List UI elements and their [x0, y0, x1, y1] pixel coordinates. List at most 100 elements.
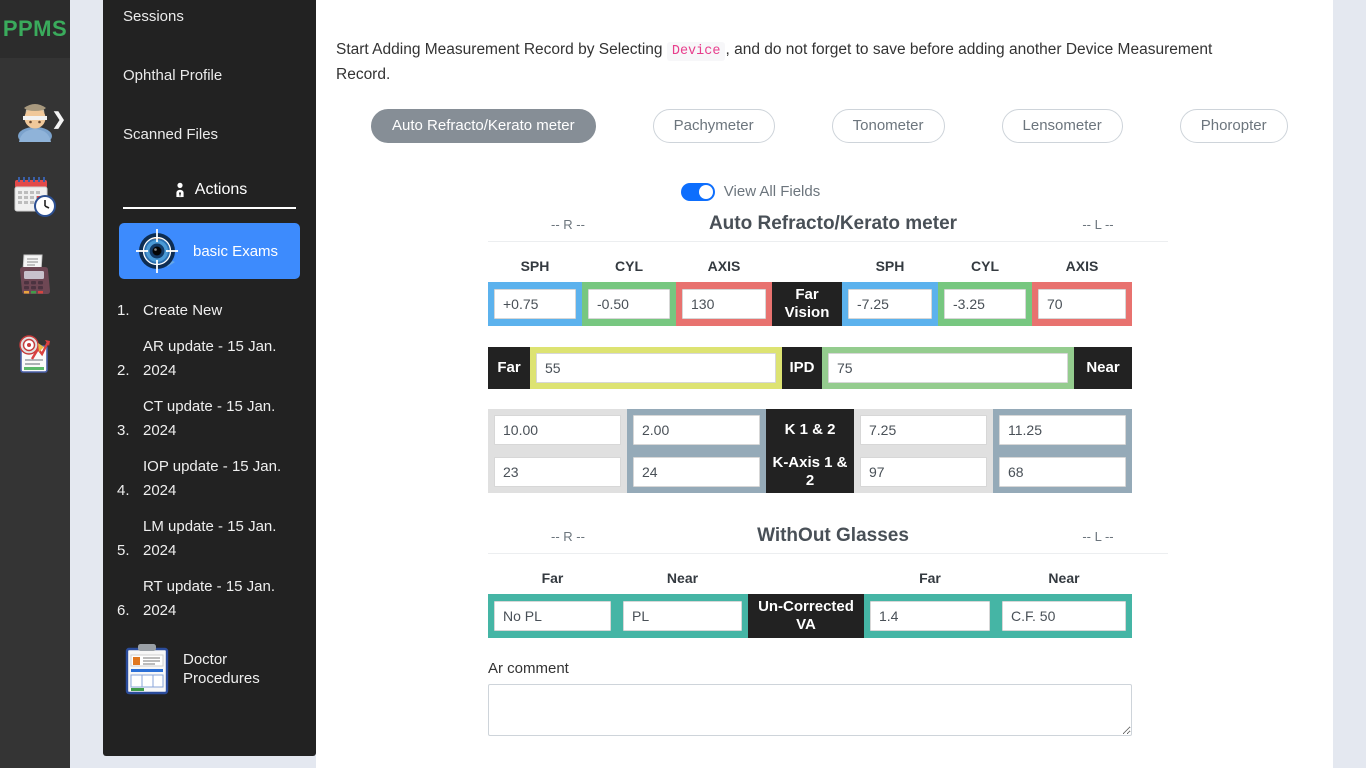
field-l-cyl[interactable]	[944, 288, 1026, 319]
view-all-fields-toggle[interactable]	[680, 182, 715, 201]
field-l-ka2[interactable]	[999, 456, 1126, 487]
eye-target-icon	[136, 229, 178, 273]
field-r-sph[interactable]	[494, 288, 576, 319]
field-r-ka1[interactable]	[494, 456, 621, 487]
view-all-fields-row: View All Fields	[316, 182, 1333, 201]
col-header-l-far: Far	[919, 569, 941, 586]
field-r-axis[interactable]	[682, 288, 766, 319]
list-item-number: 2.	[117, 362, 130, 379]
field-r-cyl[interactable]	[588, 288, 670, 319]
list-item[interactable]: 4. IOP update - 15 Jan. 2024	[103, 449, 316, 509]
rail-item-appointments[interactable]	[0, 158, 70, 236]
field-r-k2[interactable]	[633, 414, 760, 445]
sidebar-item-scanned-files[interactable]: Scanned Files	[103, 116, 316, 154]
field-l-ka1-cell	[854, 451, 993, 493]
field-ipd[interactable]	[828, 352, 1068, 383]
list-item-label: RT update - 15 Jan. 2024	[143, 578, 276, 619]
ipd-label: IPD	[782, 346, 822, 389]
ar-comment-label: Ar comment	[488, 659, 569, 677]
list-item-number: 3.	[117, 422, 130, 439]
list-item-label: LM update - 15 Jan. 2024	[143, 518, 277, 559]
ar-comment-group: Ar comment	[488, 660, 1132, 740]
ipd-row: Far IPD Near	[488, 346, 1132, 389]
field-l-far-cell	[864, 593, 996, 638]
app-root: PPMS ❯ Sessions Ophthal Profile Scanned …	[0, 0, 1366, 768]
sidebar-item-sessions[interactable]: Sessions	[103, 0, 316, 36]
ar-section-header: -- R -- Auto Refracto/Kerato meter -- L …	[488, 201, 1168, 242]
field-far-cell	[530, 346, 782, 389]
k-col-l1	[854, 408, 993, 493]
sidebar-item-basic-exams[interactable]: basic Exams	[119, 223, 300, 279]
appointments-icon	[14, 177, 56, 217]
billing-icon	[20, 254, 50, 294]
col-header-r-axis: AXIS	[707, 257, 741, 274]
col-header-r-sph: SPH	[520, 257, 550, 274]
list-item[interactable]: 1. Create New	[103, 293, 316, 329]
device-tab-phoropter[interactable]: Phoropter	[1179, 108, 1288, 143]
list-item[interactable]: 6. RT update - 15 Jan. 2024	[103, 569, 316, 629]
far-vision-label: Far Vision	[772, 281, 842, 326]
rail-item-billing[interactable]	[0, 236, 70, 314]
k-col-r2	[627, 408, 766, 493]
field-l-k2-cell	[993, 409, 1132, 451]
field-r-ka2[interactable]	[633, 456, 760, 487]
rail-icon-list: ❯	[0, 58, 70, 768]
main-content: Start Adding Measurement Record by Selec…	[316, 0, 1333, 768]
wog-column-headers: Far Near Far Near	[488, 556, 1168, 594]
rail-item-patients[interactable]: ❯	[0, 80, 70, 158]
icon-rail: PPMS ❯	[0, 0, 70, 768]
sidebar-item-doctor-procedures[interactable]: Doctor Procedures	[103, 629, 316, 705]
basic-exams-label: basic Exams	[193, 242, 279, 260]
ar-left-eye-label: -- L --	[1082, 216, 1114, 232]
ar-comment-input[interactable]	[488, 683, 1132, 736]
col-header-l-cyl: CYL	[971, 257, 999, 274]
device-tab-tonometer[interactable]: Tonometer	[831, 108, 945, 143]
field-far[interactable]	[536, 352, 776, 383]
field-r-k1[interactable]	[494, 414, 621, 445]
field-l-k1[interactable]	[860, 414, 987, 445]
field-l-ka1[interactable]	[860, 456, 987, 487]
k-col-r1	[488, 408, 627, 493]
sidebar-gap-left	[70, 0, 103, 768]
list-item-label: CT update - 15 Jan. 2024	[143, 398, 276, 439]
field-r-k2-cell	[627, 409, 766, 451]
wog-right-eye-label: -- R --	[551, 528, 585, 544]
device-tab-lensometer[interactable]: Lensometer	[1001, 108, 1123, 143]
list-item-label: IOP update - 15 Jan. 2024	[143, 458, 282, 499]
field-r-ka1-cell	[488, 451, 627, 493]
list-item[interactable]: 5. LM update - 15 Jan. 2024	[103, 509, 316, 569]
brand-logo[interactable]: PPMS	[0, 0, 70, 58]
k-mid-labels: K 1 & 2 K-Axis 1 & 2	[766, 408, 854, 493]
list-item[interactable]: 3. CT update - 15 Jan. 2024	[103, 389, 316, 449]
col-header-l-axis: AXIS	[1065, 257, 1099, 274]
field-l-sph[interactable]	[848, 288, 932, 319]
rail-item-reports[interactable]	[0, 314, 70, 392]
field-r-near-cell	[617, 593, 748, 638]
field-l-far[interactable]	[870, 600, 990, 631]
actions-header: Actions	[103, 175, 316, 206]
device-tab-auto-refracto[interactable]: Auto Refracto/Kerato meter	[371, 108, 596, 143]
user-tie-icon	[176, 182, 184, 198]
k-values-grid: K 1 & 2 K-Axis 1 & 2	[488, 408, 1132, 493]
field-l-k2[interactable]	[999, 414, 1126, 445]
list-item[interactable]: 2. AR update - 15 Jan. 2024	[103, 329, 316, 389]
actions-divider	[123, 207, 296, 209]
field-l-k1-cell	[854, 409, 993, 451]
list-item-number: 6.	[117, 602, 130, 619]
field-l-axis[interactable]	[1038, 288, 1126, 319]
sidebar-item-ophthal-profile[interactable]: Ophthal Profile	[103, 57, 316, 95]
ar-column-headers: SPH CYL AXIS SPH CYL AXIS	[488, 244, 1168, 282]
field-r-far[interactable]	[494, 600, 611, 631]
device-tab-pachymeter[interactable]: Pachymeter	[652, 108, 775, 143]
ar-section-title: Auto Refracto/Kerato meter	[708, 212, 958, 234]
field-r-near[interactable]	[623, 600, 742, 631]
chevron-right-icon[interactable]: ❯	[52, 111, 66, 128]
actions-header-label: Actions	[194, 181, 248, 198]
field-r-ka2-cell	[627, 451, 766, 493]
exam-records-list: 1. Create New 2. AR update - 15 Jan. 202…	[103, 293, 316, 629]
doctor-procedures-label: Doctor Procedures	[183, 650, 260, 688]
field-l-near[interactable]	[1002, 600, 1126, 631]
